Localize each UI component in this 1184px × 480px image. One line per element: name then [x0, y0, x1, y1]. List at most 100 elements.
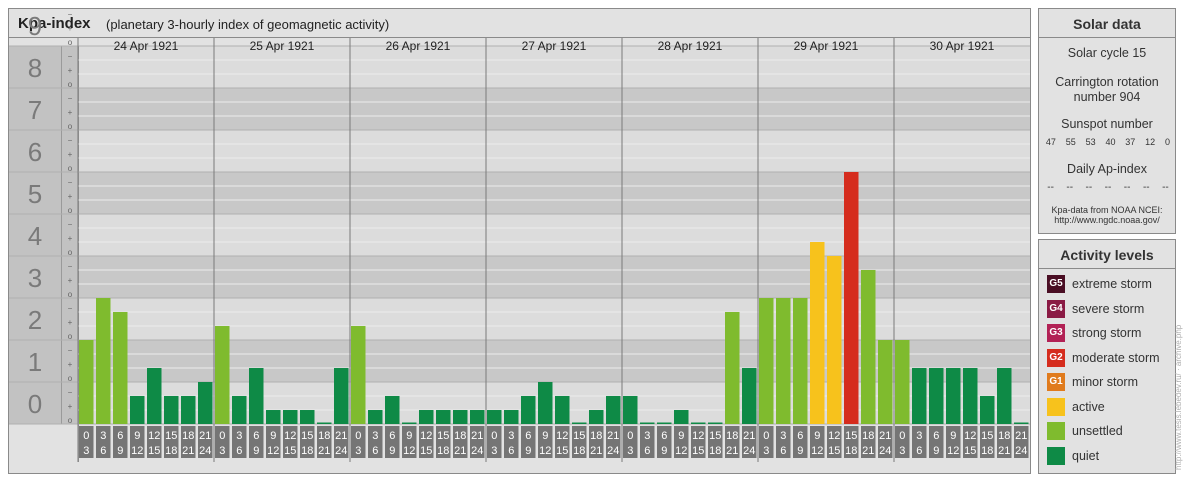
ap-value: --: [1047, 182, 1054, 193]
interval-start-label: 21: [607, 430, 619, 442]
interval-start-label: 3: [508, 430, 514, 442]
y-tick-label: 2: [28, 305, 42, 335]
kp-bar: [436, 410, 451, 424]
kp-bar: [793, 298, 808, 424]
ap-values: -- -- -- -- -- -- --: [1041, 182, 1175, 193]
kp-bar: [759, 298, 774, 424]
interval-start-label: 12: [828, 430, 840, 442]
minor-tick-mark: +: [68, 360, 73, 369]
y-tick-label: 7: [28, 95, 42, 125]
interval-start-label: 3: [644, 430, 650, 442]
interval-start-label: 18: [590, 430, 602, 442]
kp-bar: [912, 368, 927, 424]
interval-start-label: 21: [199, 430, 211, 442]
minor-tick-mark: −: [68, 52, 73, 61]
kp-bar: [79, 340, 94, 424]
interval-end-label: 21: [454, 445, 466, 457]
day-label: 30 Apr 1921: [930, 39, 995, 53]
kp-bar: [980, 395, 995, 424]
activity-level-item: G1 minor storm: [1047, 372, 1175, 392]
activity-level-swatch: [1047, 397, 1065, 416]
activity-level-label: unsettled: [1072, 424, 1123, 438]
interval-end-label: 21: [726, 445, 738, 457]
minor-tick-mark: o: [68, 248, 73, 257]
minor-tick-mark: +: [68, 276, 73, 285]
kp-bar: [232, 395, 247, 424]
source-credit: http://www.tesis.lebedev.ru/ · archive.p…: [1174, 324, 1183, 470]
interval-start-label: 18: [454, 430, 466, 442]
interval-end-label: 12: [811, 445, 823, 457]
interval-end-label: 18: [573, 445, 585, 457]
interval-end-label: 3: [899, 445, 905, 457]
activity-levels-title: Activity levels: [1039, 240, 1175, 269]
kp-bar: [385, 395, 400, 424]
interval-end-label: 12: [131, 445, 143, 457]
kp-bar: [130, 395, 145, 424]
activity-level-label: severe storm: [1072, 301, 1145, 316]
day-label: 29 Apr 1921: [794, 39, 859, 53]
interval-end-label: 6: [644, 445, 650, 457]
day-label: 25 Apr 1921: [250, 39, 315, 53]
kp-bar: [249, 368, 264, 424]
activity-level-swatch: G4: [1047, 299, 1065, 318]
interval-start-label: 18: [862, 430, 874, 442]
minor-tick-mark: o: [68, 332, 73, 341]
interval-end-label: 21: [318, 445, 330, 457]
kp-bar: [810, 242, 825, 424]
activity-level-item: G4 severe storm: [1047, 299, 1175, 319]
day-label: 26 Apr 1921: [386, 39, 451, 53]
minor-tick-mark: +: [68, 66, 73, 75]
activity-level-item: G3 strong storm: [1047, 323, 1175, 343]
interval-start-label: 21: [743, 430, 755, 442]
kp-bar: [453, 410, 468, 424]
interval-start-label: 0: [355, 430, 361, 442]
kp-bar: [725, 311, 740, 424]
interval-start-label: 0: [899, 430, 905, 442]
interval-end-label: 12: [947, 445, 959, 457]
sunspot-value: 37: [1125, 137, 1136, 147]
day-label: 27 Apr 1921: [522, 39, 587, 53]
ap-value: --: [1104, 182, 1112, 193]
y-tick-label: 4: [28, 221, 42, 251]
kp-bar: [844, 172, 859, 424]
interval-end-label: 24: [335, 445, 347, 457]
interval-start-label: 6: [661, 430, 667, 442]
interval-end-label: 3: [491, 445, 497, 457]
activity-level-label: minor storm: [1072, 375, 1138, 389]
interval-end-label: 18: [845, 445, 857, 457]
kp-bar: [776, 298, 791, 424]
interval-end-label: 24: [1015, 445, 1027, 457]
minor-tick-mark: −: [68, 136, 73, 145]
interval-end-label: 3: [219, 445, 225, 457]
activity-level-label: active: [1072, 399, 1105, 414]
source-line2: http://www.ngdc.noaa.gov/: [1054, 215, 1160, 225]
kp-bar: [521, 395, 536, 424]
kp-bar: [691, 422, 706, 424]
interval-end-label: 6: [100, 445, 106, 457]
band-row: [9, 298, 1030, 340]
interval-end-label: 6: [236, 445, 242, 457]
interval-end-label: 12: [267, 445, 279, 457]
ap-title: Daily Ap-index: [1067, 162, 1147, 176]
interval-end-label: 15: [420, 445, 432, 457]
interval-start-label: 6: [117, 430, 123, 442]
minor-tick-mark: o: [68, 374, 73, 383]
interval-start-label: 6: [389, 430, 395, 442]
interval-start-label: 0: [83, 430, 89, 442]
kp-bar: [351, 326, 366, 424]
ap-value: --: [1066, 182, 1074, 193]
interval-start-label: 0: [763, 430, 769, 442]
kp-bar: [300, 410, 315, 424]
interval-start-label: 0: [491, 430, 497, 442]
sunspot-value: 53: [1085, 137, 1096, 147]
kp-bar: [334, 368, 349, 424]
minor-tick-mark: −: [68, 220, 73, 229]
kp-bar: [674, 410, 689, 424]
interval-start-label: 18: [998, 430, 1010, 442]
activity-level-item: unsettled: [1047, 421, 1175, 441]
sunspot-value: 47: [1045, 137, 1056, 147]
interval-end-label: 15: [556, 445, 568, 457]
interval-start-label: 18: [726, 430, 738, 442]
interval-end-label: 15: [148, 445, 160, 457]
activity-level-label: quiet: [1072, 448, 1100, 463]
